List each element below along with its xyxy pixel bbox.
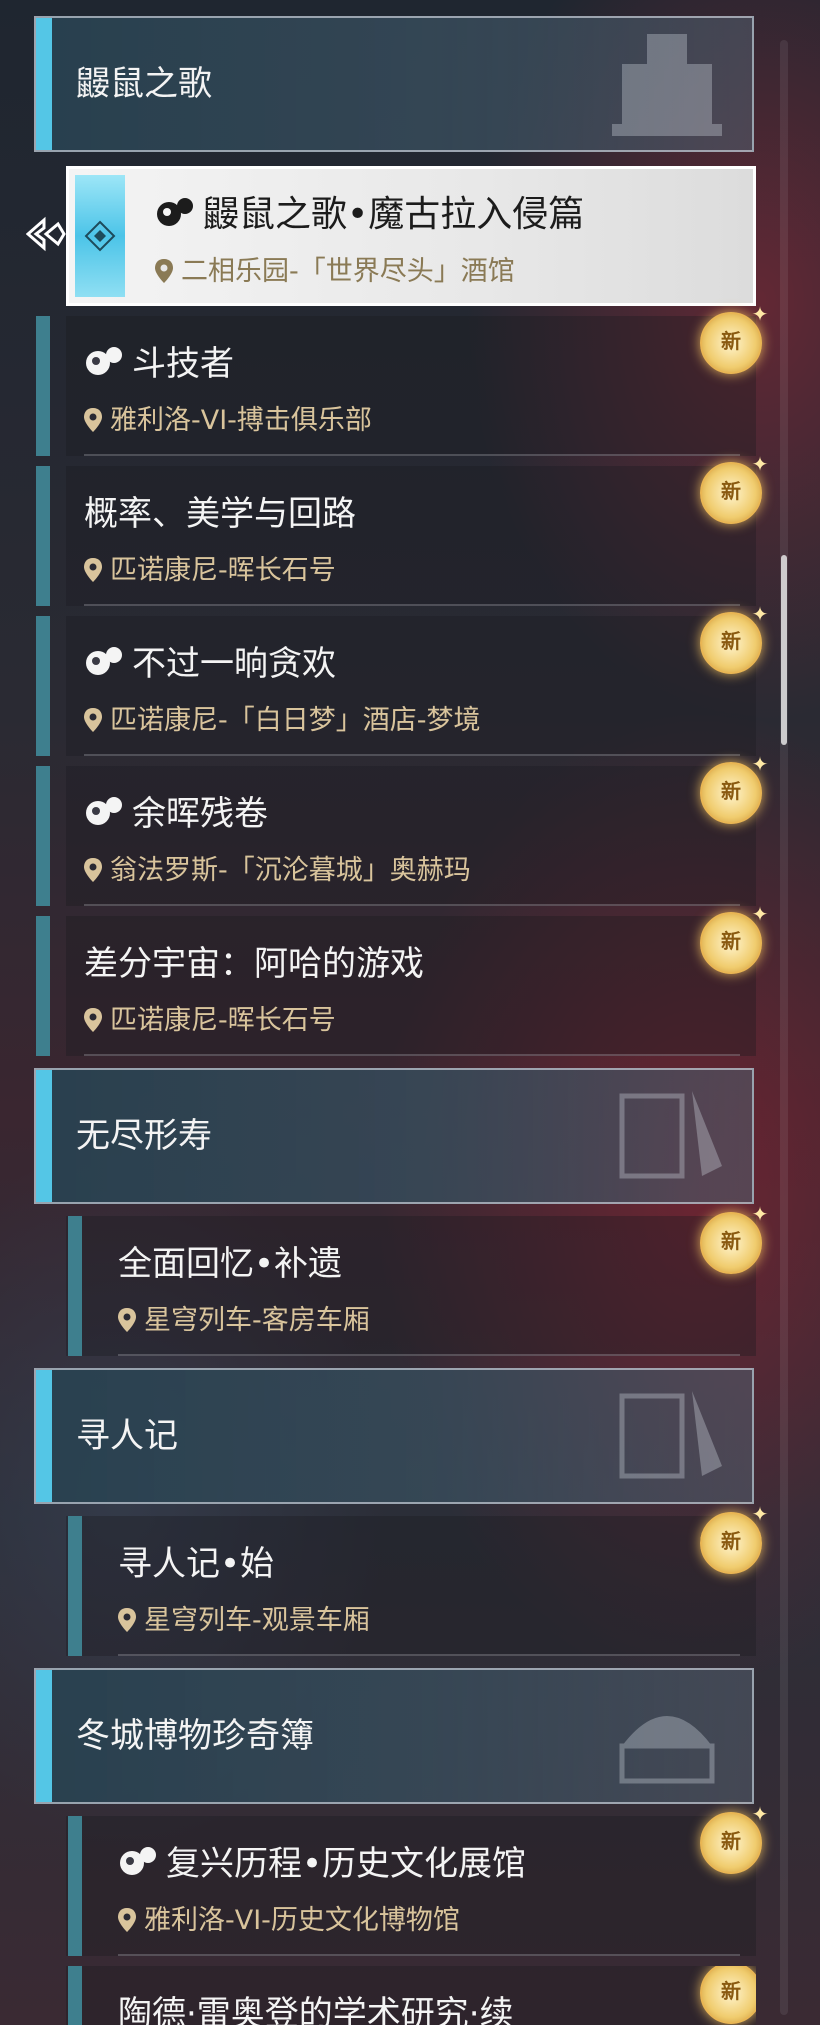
sparkle-icon: ✦ bbox=[751, 452, 769, 476]
mole-quest-icon bbox=[157, 198, 193, 226]
mole-quest-icon bbox=[86, 797, 122, 825]
header-accent bbox=[36, 1070, 52, 1202]
sparkle-icon: ✦ bbox=[750, 1966, 756, 1974]
group-header-museum[interactable]: 冬城博物珍奇簿 bbox=[34, 1668, 754, 1804]
quest-item[interactable]: 全面回忆•补遗 星穹列车-客房车厢 新 ✦ bbox=[66, 1204, 768, 1356]
map-pin-icon bbox=[118, 1308, 136, 1332]
divider bbox=[118, 1954, 740, 1956]
new-badge: 新✦ bbox=[700, 1966, 756, 2024]
quest-location: 雅利洛-VI-搏击俱乐部 bbox=[84, 398, 372, 437]
quest-name: 鼹鼠之歌•魔古拉入侵篇 bbox=[155, 185, 584, 237]
quest-bar bbox=[36, 316, 50, 456]
new-badge: 新✦ bbox=[700, 454, 768, 524]
header-accent bbox=[36, 1370, 52, 1502]
sparkle-icon: ✦ bbox=[751, 602, 769, 626]
quest-bar bbox=[68, 1516, 82, 1656]
new-badge: 新✦ bbox=[700, 304, 768, 374]
quest-name: 全面回忆•补遗 bbox=[118, 1244, 343, 1284]
quest-name: 复兴历程•历史文化展馆 bbox=[118, 1836, 526, 1885]
group-header-mole-song[interactable]: 鼹鼠之歌 bbox=[34, 16, 754, 152]
quest-name: 陶德·雷奥登的学术研究·续 bbox=[118, 1994, 514, 2025]
quest-item[interactable]: 不过一晌贪欢 匹诺康尼-「白日梦」酒店-梦境 新 ✦ bbox=[36, 604, 768, 756]
quest-name: 斗技者 bbox=[84, 336, 234, 385]
map-pin-icon bbox=[84, 408, 102, 432]
quest-bar bbox=[68, 1816, 82, 1956]
scrollbar-track[interactable] bbox=[780, 40, 788, 2015]
mole-quest-icon bbox=[86, 647, 122, 675]
sparkle-icon: ✦ bbox=[751, 1202, 769, 1226]
quest-bar bbox=[36, 616, 50, 756]
quest-item[interactable]: 寻人记•始 星穹列车-观景车厢 新 ✦ bbox=[66, 1504, 768, 1656]
sparkle-icon: ✦ bbox=[751, 1502, 769, 1526]
divider bbox=[84, 754, 740, 756]
new-badge: 新✦ bbox=[700, 1204, 768, 1274]
quest-location: 星穹列车-观景车厢 bbox=[118, 1598, 370, 1637]
quest-location: 星穹列车-客房车厢 bbox=[118, 1298, 370, 1337]
quest-item[interactable]: 斗技者 雅利洛-VI-搏击俱乐部 新 ✦ bbox=[36, 304, 768, 456]
quest-bar bbox=[36, 916, 50, 1056]
divider bbox=[118, 1654, 740, 1656]
sparkle-icon: ✦ bbox=[751, 302, 769, 326]
quest-bar bbox=[68, 1216, 82, 1356]
map-pin-icon bbox=[84, 558, 102, 582]
map-pin-icon bbox=[84, 708, 102, 732]
quest-location: 二相乐园-「世界尽头」酒馆 bbox=[155, 249, 515, 288]
quest-bar bbox=[36, 766, 50, 906]
group-header-seeker[interactable]: 寻人记 bbox=[34, 1368, 754, 1504]
divider bbox=[84, 1054, 740, 1056]
map-pin-icon bbox=[118, 1608, 136, 1632]
mole-quest-icon bbox=[120, 1847, 156, 1875]
map-pin-icon bbox=[84, 858, 102, 882]
group-title: 冬城博物珍奇簿 bbox=[76, 1716, 314, 1756]
new-badge: 新✦ bbox=[700, 754, 768, 824]
divider bbox=[118, 1354, 740, 1356]
quest-name: 差分宇宙：阿哈的游戏 bbox=[84, 944, 424, 984]
header-accent bbox=[36, 18, 52, 150]
diamond-icon bbox=[84, 220, 116, 252]
selection-arrow-icon bbox=[26, 216, 66, 252]
quest-item[interactable]: 概率、美学与回路 匹诺康尼-晖长石号 新 ✦ bbox=[36, 454, 768, 606]
selected-tile bbox=[75, 175, 125, 297]
quest-name: 概率、美学与回路 bbox=[84, 494, 356, 534]
group-header-endless-life[interactable]: 无尽形寿 bbox=[34, 1068, 754, 1204]
castle-emblem-icon bbox=[612, 34, 722, 136]
group-title: 鼹鼠之歌 bbox=[76, 64, 212, 104]
quest-item-partial[interactable]: 陶德·雷奥登的学术研究·续 新✦ bbox=[66, 1966, 756, 2025]
group-title: 无尽形寿 bbox=[76, 1116, 212, 1156]
quest-bar bbox=[36, 466, 50, 606]
divider bbox=[84, 904, 740, 906]
quest-item[interactable]: 复兴历程•历史文化展馆 雅利洛-VI-历史文化博物馆 新 ✦ bbox=[66, 1804, 768, 1956]
quest-name: 余晖残卷 bbox=[84, 786, 268, 835]
new-badge: 新✦ bbox=[700, 604, 768, 674]
quest-item[interactable]: 余晖残卷 翁法罗斯-「沉沦暮城」奥赫玛 新 ✦ bbox=[36, 754, 768, 906]
divider bbox=[84, 604, 740, 606]
header-accent bbox=[36, 1670, 52, 1802]
quest-location: 翁法罗斯-「沉沦暮城」奥赫玛 bbox=[84, 848, 471, 887]
quest-item-selected[interactable]: 鼹鼠之歌•魔古拉入侵篇 二相乐园-「世界尽头」酒馆 bbox=[66, 166, 756, 306]
new-badge: 新✦ bbox=[700, 904, 768, 974]
sparkle-icon: ✦ bbox=[751, 752, 769, 776]
map-pin-icon bbox=[84, 1008, 102, 1032]
museum-dome-emblem-icon bbox=[619, 1716, 715, 1784]
map-pin-icon bbox=[118, 1908, 136, 1932]
group-title: 寻人记 bbox=[76, 1416, 178, 1456]
sparkle-icon: ✦ bbox=[751, 902, 769, 926]
new-badge: 新✦ bbox=[700, 1504, 768, 1574]
new-badge: 新✦ bbox=[700, 1804, 768, 1874]
card-quill-emblem-icon bbox=[619, 1091, 722, 1179]
sparkle-icon: ✦ bbox=[751, 1802, 769, 1826]
quest-item[interactable]: 差分宇宙：阿哈的游戏 匹诺康尼-晖长石号 新 ✦ bbox=[36, 904, 768, 1056]
quest-bar bbox=[68, 1966, 82, 2025]
mole-quest-icon bbox=[86, 347, 122, 375]
quest-name: 不过一晌贪欢 bbox=[84, 636, 336, 685]
divider bbox=[84, 454, 740, 456]
quest-location: 匹诺康尼-晖长石号 bbox=[84, 548, 336, 587]
quest-location: 雅利洛-VI-历史文化博物馆 bbox=[118, 1898, 460, 1937]
quest-location: 匹诺康尼-「白日梦」酒店-梦境 bbox=[84, 698, 481, 737]
quest-name: 寻人记•始 bbox=[118, 1544, 275, 1584]
scrollbar-thumb[interactable] bbox=[781, 555, 787, 745]
map-pin-icon bbox=[155, 259, 173, 283]
quest-location: 匹诺康尼-晖长石号 bbox=[84, 998, 336, 1037]
card-quill-emblem-icon bbox=[619, 1391, 722, 1479]
